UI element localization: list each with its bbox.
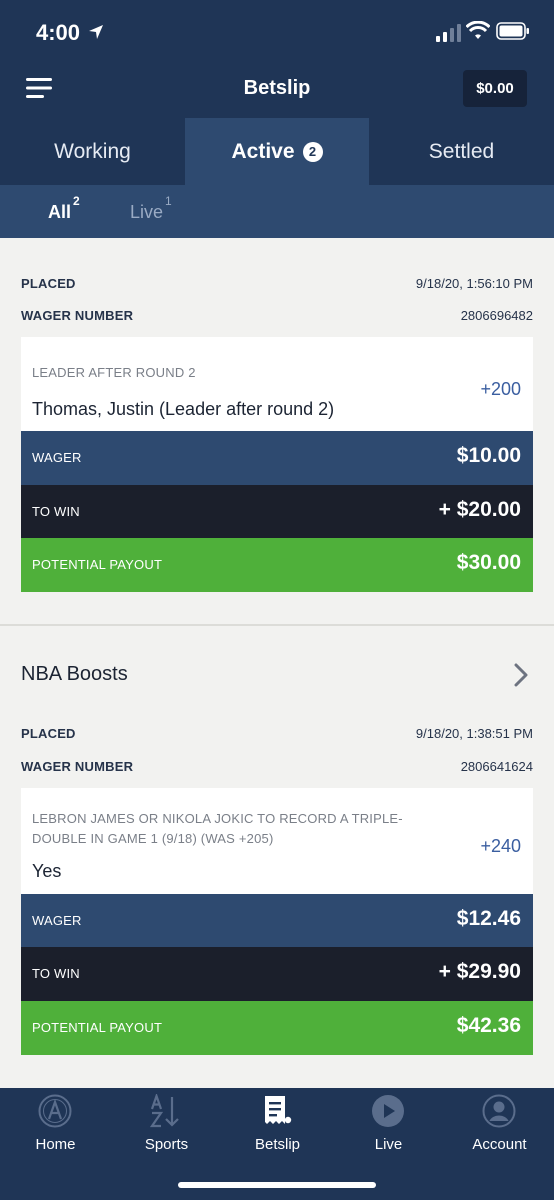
bet-1-to-win-bar: TO WIN + $20.00 [21, 485, 533, 539]
placed-label: PLACED [21, 726, 76, 741]
nav-betslip-label: Betslip [254, 1136, 301, 1153]
home-indicator[interactable] [178, 1182, 376, 1188]
play-icon [372, 1095, 404, 1127]
placed-label: PLACED [21, 276, 76, 291]
wager-number-value: 2806641624 [460, 759, 533, 774]
subtab-live-count: 1 [165, 194, 172, 208]
nav-sports-label: Sports [144, 1136, 189, 1153]
bet-2-payout-bar: POTENTIAL PAYOUT $42.36 [21, 1001, 533, 1055]
bet-2-payout-amount: $42.36 [456, 1014, 521, 1037]
chevron-right-icon[interactable] [512, 663, 530, 687]
nav-account[interactable]: Account [444, 1088, 554, 1168]
bet-2-market-line-2: DOUBLE IN GAME 1 (9/18) (WAS +205) [32, 831, 274, 846]
to-win-label: TO WIN [32, 966, 80, 981]
filter-subtabs: All 2 Live 1 [0, 185, 554, 238]
tab-working-label: Working [54, 139, 131, 163]
nav-account-label: Account [472, 1136, 527, 1153]
placed-value: 9/18/20, 1:38:51 PM [415, 726, 533, 741]
placed-value: 9/18/20, 1:56:10 PM [415, 276, 533, 291]
bet-1-selection: Thomas, Justin (Leader after round 2) [32, 399, 335, 419]
tab-settled-label: Settled [428, 139, 495, 163]
wager-number-label: WAGER NUMBER [21, 308, 134, 323]
status-bar: 4:00 [0, 0, 554, 66]
potential-payout-label: POTENTIAL PAYOUT [32, 557, 163, 572]
bet-2-market-line-1: LEBRON JAMES OR NIKOLA JOKIC TO RECORD A… [32, 811, 403, 826]
bet-2-to-win-amount: + $29.90 [438, 960, 521, 983]
nav-home-label: Home [35, 1136, 76, 1153]
nav-home[interactable]: Home [0, 1088, 111, 1168]
subtab-all-count: 2 [73, 194, 80, 208]
bet-1-payout-bar: POTENTIAL PAYOUT $30.00 [21, 538, 533, 592]
betslip-icon [265, 1096, 292, 1124]
tab-settled[interactable]: Settled [369, 118, 554, 185]
to-win-label: TO WIN [32, 504, 80, 519]
bet-1-payout-amount: $30.00 [456, 551, 521, 574]
bet-1-to-win-amount: + $20.00 [438, 498, 521, 521]
cellular-signal-icon [436, 24, 461, 42]
wager-number-label: WAGER NUMBER [21, 759, 134, 774]
wager-label: WAGER [32, 913, 82, 928]
tab-working[interactable]: Working [0, 118, 185, 185]
bet-1-wager-amount: $10.00 [456, 444, 521, 467]
tab-active-count-badge: 2 [302, 141, 323, 162]
section-title-nba-boosts: NBA Boosts [21, 663, 128, 685]
bet-2-to-win-bar: TO WIN + $29.90 [21, 947, 533, 1001]
a-z-sort-icon [149, 1094, 179, 1128]
bet-2-odds: +240 [480, 836, 521, 856]
section-divider [0, 624, 554, 626]
wager-label: WAGER [32, 450, 82, 465]
wager-number-value: 2806696482 [460, 308, 533, 323]
wifi-icon [466, 21, 490, 39]
subtab-live-label: Live [130, 202, 164, 222]
nav-sports[interactable]: Sports [111, 1088, 222, 1168]
subtab-all[interactable]: All 2 [48, 194, 80, 223]
barstool-logo-icon [38, 1094, 72, 1128]
nav-betslip[interactable]: Betslip [222, 1088, 333, 1168]
bet-2-wager-bar: WAGER $12.46 [21, 894, 533, 948]
nav-live[interactable]: Live [333, 1088, 444, 1168]
app-header: 4:00 Betslip $0.00 Working Active 2 Sett… [0, 0, 554, 185]
tab-active[interactable]: Active 2 [185, 118, 369, 185]
bet-1-odds: +200 [480, 379, 521, 399]
potential-payout-label: POTENTIAL PAYOUT [32, 1020, 163, 1035]
subtab-all-label: All [48, 202, 72, 222]
bet-1-market: LEADER AFTER ROUND 2 [32, 365, 196, 380]
nav-live-label: Live [374, 1136, 403, 1153]
status-time: 4:00 [36, 20, 81, 45]
bet-2-selection: Yes [32, 861, 62, 881]
betslip-tabs: Working Active 2 Settled [0, 118, 554, 185]
account-icon [482, 1094, 516, 1128]
bet-1-wager-bar: WAGER $10.00 [21, 431, 533, 485]
tab-active-label: Active [231, 139, 295, 163]
subtab-live[interactable]: Live 1 [130, 194, 172, 223]
battery-icon [496, 22, 529, 40]
bet-2-selection-box[interactable]: LEBRON JAMES OR NIKOLA JOKIC TO RECORD A… [21, 788, 533, 894]
bet-2-wager-amount: $12.46 [456, 907, 521, 930]
location-arrow-icon [89, 25, 103, 39]
bet-1-selection-box[interactable]: LEADER AFTER ROUND 2 Thomas, Justin (Lea… [21, 337, 533, 431]
balance-button[interactable]: $0.00 [463, 70, 527, 107]
